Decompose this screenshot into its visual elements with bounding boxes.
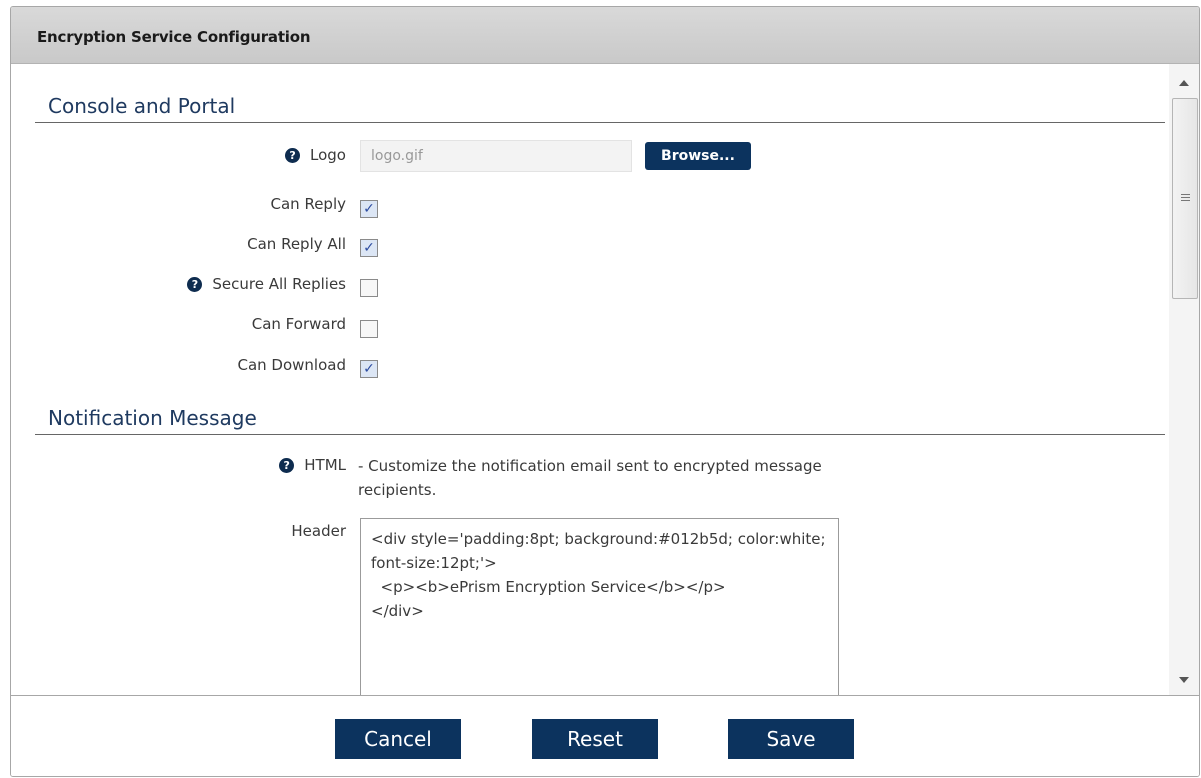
can-reply-label-text: Can Reply xyxy=(270,195,346,213)
browse-button[interactable]: Browse... xyxy=(645,142,751,170)
dialog-title: Encryption Service Configuration xyxy=(37,28,311,46)
settings-scroll-area[interactable]: Console and Portal ? Logo logo.gif Brows… xyxy=(11,64,1199,695)
help-icon[interactable]: ? xyxy=(187,276,203,292)
html-label-text: HTML xyxy=(304,456,346,474)
grip-line xyxy=(1181,200,1190,201)
help-icon[interactable]: ? xyxy=(285,147,301,163)
header-label-text: Header xyxy=(291,522,346,540)
can-download-label-text: Can Download xyxy=(237,356,346,374)
secure-all-replies-label: ? Secure All Replies xyxy=(187,275,346,293)
can-download-label: Can Download xyxy=(237,356,346,374)
html-label: ? HTML xyxy=(279,456,346,474)
header-label: Header xyxy=(291,522,346,540)
dialog-footer: Cancel Reset Save xyxy=(11,695,1199,776)
checkmark-icon: ✓ xyxy=(363,240,375,256)
can-forward-label-text: Can Forward xyxy=(251,315,346,333)
scroll-down-arrow-icon[interactable] xyxy=(1179,677,1189,683)
section-divider xyxy=(35,122,1165,123)
save-button[interactable]: Save xyxy=(728,719,854,759)
console-portal-heading: Console and Portal xyxy=(48,94,236,118)
html-description: - Customize the notification email sent … xyxy=(358,457,822,499)
secure-all-replies-checkbox[interactable] xyxy=(360,279,378,297)
can-forward-checkbox[interactable] xyxy=(360,320,378,338)
can-reply-label: Can Reply xyxy=(271,195,346,213)
logo-label: ? Logo xyxy=(285,146,346,164)
logo-file-input[interactable]: logo.gif xyxy=(360,140,632,172)
can-forward-label: Can Forward xyxy=(252,315,346,333)
cancel-button[interactable]: Cancel xyxy=(335,719,461,759)
can-reply-checkbox[interactable]: ✓ xyxy=(360,200,378,218)
header-html-textarea[interactable]: <div style='padding:8pt; background:#012… xyxy=(360,518,839,695)
help-icon[interactable]: ? xyxy=(279,457,295,473)
notification-message-heading: Notification Message xyxy=(48,406,257,430)
vertical-scrollbar[interactable] xyxy=(1169,64,1199,695)
encryption-config-dialog: Encryption Service Configuration Console… xyxy=(10,6,1200,777)
logo-label-text: Logo xyxy=(310,146,346,164)
reset-button[interactable]: Reset xyxy=(532,719,658,759)
checkmark-icon: ✓ xyxy=(363,201,375,217)
grip-line xyxy=(1181,197,1190,198)
dialog-title-bar: Encryption Service Configuration xyxy=(11,7,1199,64)
scroll-up-arrow-icon[interactable] xyxy=(1179,80,1189,86)
secure-all-replies-label-text: Secure All Replies xyxy=(212,275,346,293)
settings-content: Console and Portal ? Logo logo.gif Brows… xyxy=(11,64,1169,695)
can-reply-all-label: Can Reply All xyxy=(247,235,346,253)
section-divider xyxy=(35,434,1165,435)
can-reply-all-label-text: Can Reply All xyxy=(247,235,346,253)
grip-line xyxy=(1181,194,1190,195)
scroll-thumb[interactable] xyxy=(1172,98,1198,299)
can-reply-all-checkbox[interactable]: ✓ xyxy=(360,239,378,257)
can-download-checkbox[interactable]: ✓ xyxy=(360,360,378,378)
checkmark-icon: ✓ xyxy=(363,361,375,377)
